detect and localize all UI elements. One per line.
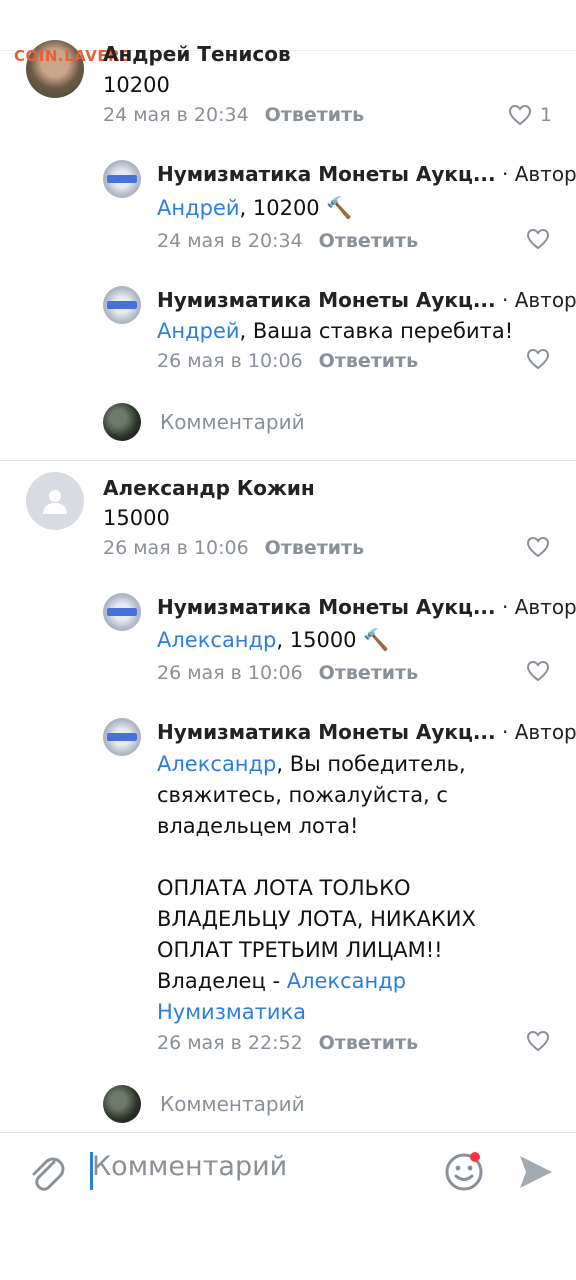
heart-icon <box>526 228 550 250</box>
like-button[interactable] <box>526 228 550 250</box>
send-icon[interactable] <box>516 1152 556 1196</box>
comment-meta: 24 мая в 20:34 Ответить <box>103 104 364 126</box>
comment-date: 26 мая в 10:06 <box>157 662 303 684</box>
reply-button[interactable]: Ответить <box>265 104 364 126</box>
author-name[interactable]: Нумизматика Монеты Аукц... <box>157 288 496 312</box>
author-badge: Автор <box>514 288 576 312</box>
like-button[interactable] <box>526 536 550 558</box>
heart-icon <box>526 348 550 370</box>
like-button[interactable]: 1 <box>508 104 552 126</box>
comment-text: 10200 <box>103 73 170 97</box>
heart-icon <box>526 1030 550 1052</box>
reply-button[interactable]: Ответить <box>319 662 418 684</box>
comment-date: 24 мая в 20:34 <box>157 230 303 252</box>
community-avatar[interactable] <box>103 160 141 198</box>
comment-author[interactable]: Нумизматика Монеты Аукц... · Автор <box>157 720 576 744</box>
community-avatar[interactable] <box>103 718 141 756</box>
community-avatar[interactable] <box>103 593 141 631</box>
heart-icon <box>526 536 550 558</box>
owner-link[interactable]: Александр <box>287 969 406 993</box>
comment-date: 26 мая в 22:52 <box>157 1032 303 1054</box>
comment-date: 26 мая в 10:06 <box>157 350 303 372</box>
comment-text: Александр, Вы победитель, свяжитесь, пож… <box>157 752 476 1024</box>
comment-text: Андрей, 10200 🔨 <box>157 196 353 220</box>
comment-meta: 26 мая в 10:06 Ответить <box>157 662 418 684</box>
avatar[interactable] <box>26 472 84 530</box>
owner-link[interactable]: Нумизматика <box>157 1000 306 1024</box>
comment-meta: 26 мая в 22:52 Ответить <box>157 1032 418 1054</box>
like-button[interactable] <box>526 348 550 370</box>
author-badge: Автор <box>514 595 576 619</box>
reply-button[interactable]: Ответить <box>319 1032 418 1054</box>
comment-meta: 24 мая в 20:34 Ответить <box>157 230 418 252</box>
like-button[interactable] <box>526 660 550 682</box>
like-button[interactable] <box>526 1030 550 1052</box>
author-badge: Автор <box>514 162 576 186</box>
my-avatar <box>103 403 141 441</box>
user-placeholder-icon <box>43 490 67 514</box>
community-avatar[interactable] <box>103 286 141 324</box>
heart-icon <box>508 104 532 126</box>
my-avatar <box>103 1085 141 1123</box>
notification-dot <box>470 1152 480 1162</box>
mention-link[interactable]: Александр <box>157 628 276 652</box>
author-name[interactable]: Нумизматика Монеты Аукц... <box>157 720 496 744</box>
comment-meta: 26 мая в 10:06 Ответить <box>103 537 364 559</box>
reply-button[interactable]: Ответить <box>319 230 418 252</box>
like-count: 1 <box>540 104 553 126</box>
mention-link[interactable]: Андрей <box>157 196 240 220</box>
reply-comment-field[interactable]: Комментарий <box>160 410 305 434</box>
comment-meta: 26 мая в 10:06 Ответить <box>157 350 418 372</box>
comment-text: 15000 <box>103 506 170 530</box>
comment-author[interactable]: Андрей Тенисов <box>103 42 291 66</box>
thread-divider <box>0 460 576 461</box>
author-name[interactable]: Нумизматика Монеты Аукц... <box>157 162 496 186</box>
comment-date: 24 мая в 20:34 <box>103 104 249 126</box>
comment-author[interactable]: Александр Кожин <box>103 476 315 500</box>
comment-author[interactable]: Нумизматика Монеты Аукц... · Автор <box>157 288 576 312</box>
comment-text: Александр, 15000 🔨 <box>157 628 390 652</box>
comment-author[interactable]: Нумизматика Монеты Аукц... · Автор <box>157 595 576 619</box>
mention-link[interactable]: Андрей <box>157 319 240 343</box>
reply-button[interactable]: Ответить <box>265 537 364 559</box>
author-name[interactable]: Нумизматика Монеты Аукц... <box>157 595 496 619</box>
reply-comment-field[interactable]: Комментарий <box>160 1092 305 1116</box>
author-badge: Автор <box>514 720 576 744</box>
comment-author[interactable]: Нумизматика Монеты Аукц... · Автор <box>157 162 576 186</box>
comment-input-bar <box>0 1132 576 1213</box>
mention-link[interactable]: Александр <box>157 752 276 776</box>
comment-date: 26 мая в 10:06 <box>103 537 249 559</box>
paperclip-icon[interactable] <box>26 1150 66 1198</box>
reply-button[interactable]: Ответить <box>319 350 418 372</box>
comment-text: Андрей, Ваша ставка перебита! <box>157 319 514 343</box>
comment-input[interactable]: Комментарий <box>92 1151 287 1182</box>
heart-icon <box>526 660 550 682</box>
